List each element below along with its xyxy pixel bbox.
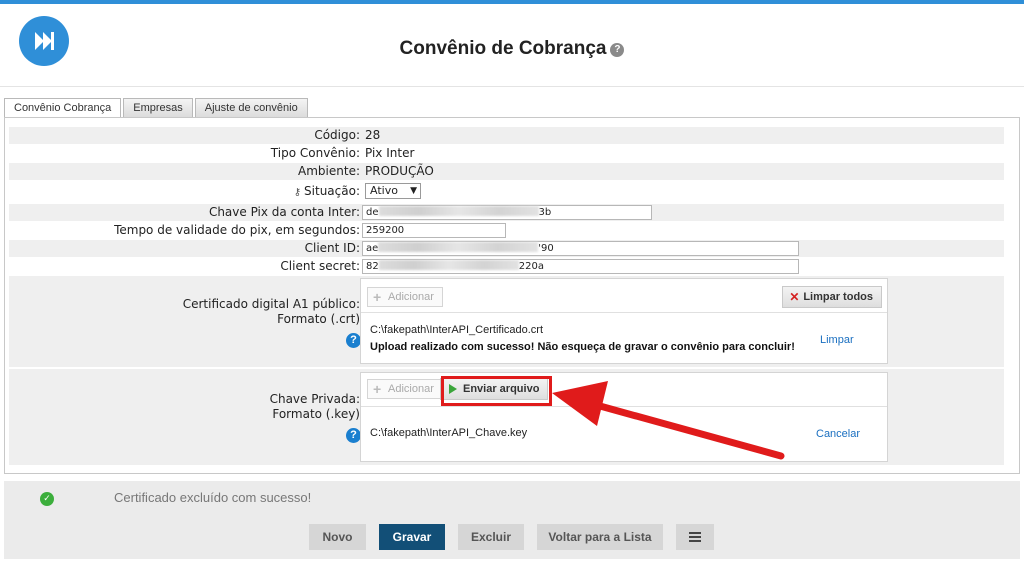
chevron-down-icon: ▼ — [410, 186, 417, 196]
codigo-label: Código: — [314, 128, 360, 142]
row-tempo-validade: Tempo de validade do pix, em segundos: 2… — [9, 222, 1004, 239]
chave-privada-toolbar: + Adicionar Enviar arquivo — [361, 373, 887, 407]
redacted-text — [378, 260, 519, 270]
top-accent-bar — [0, 0, 1024, 4]
ambiente-value: PRODUÇÃO — [365, 164, 434, 178]
tab-convenio-cobranca[interactable]: Convênio Cobrança — [4, 98, 122, 118]
row-codigo: Código: 28 — [9, 127, 1004, 144]
client-id-input[interactable]: ae '90 — [362, 241, 799, 256]
row-chave-pix: Chave Pix da conta Inter: de 3b — [9, 204, 1004, 221]
situacao-select[interactable]: Ativo ▼ — [365, 183, 421, 199]
clear-all-button[interactable]: ✕ Limpar todos — [782, 286, 882, 308]
row-client-secret: Client secret: 82 220a — [9, 258, 1004, 275]
tab-bar: Convênio Cobrança Empresas Ajuste de con… — [4, 98, 310, 118]
add-chave-button[interactable]: + Adicionar — [367, 379, 443, 399]
tempo-validade-input[interactable]: 259200 — [362, 223, 506, 238]
redacted-text — [378, 206, 539, 216]
client-secret-label: Client secret: — [280, 259, 360, 273]
help-icon[interactable]: ? — [610, 43, 625, 57]
upload-success-message: Upload realizado com sucesso! Não esqueç… — [370, 341, 795, 353]
plus-icon: + — [373, 289, 382, 305]
row-client-id: Client ID: ae '90 — [9, 240, 1004, 257]
tab-empresas[interactable]: Empresas — [123, 98, 193, 117]
tipo-convenio-label: Tipo Convênio: — [270, 146, 360, 160]
page-title: Convênio de Cobrança? — [0, 38, 1024, 60]
tempo-validade-label: Tempo de validade do pix, em segundos: — [114, 223, 360, 237]
list-icon — [689, 532, 701, 542]
key-icon: ⚷ — [293, 187, 302, 198]
chave-pix-label: Chave Pix da conta Inter: — [208, 205, 360, 219]
chave-privada-label: Chave Privada: Formato (.key) — [269, 392, 360, 421]
gravar-button[interactable]: Gravar — [379, 524, 445, 550]
check-icon: ✓ — [40, 492, 54, 506]
list-view-button[interactable] — [676, 524, 714, 550]
close-icon: ✕ — [789, 290, 800, 304]
annotation-highlight-box — [441, 376, 552, 406]
plus-icon: + — [373, 381, 382, 397]
status-message: Certificado excluído com sucesso! — [114, 490, 312, 505]
chave-privada-uploader: + Adicionar Enviar arquivo C:\fakepath\In… — [360, 372, 888, 462]
certificado-label: Certificado digital A1 público: Formato … — [182, 297, 360, 326]
footer-bar: ✓ Certificado excluído com sucesso! Novo… — [4, 481, 1020, 559]
certificado-toolbar: + Adicionar ✕ Limpar todos — [361, 279, 887, 313]
help-icon[interactable]: ? — [346, 333, 361, 348]
novo-button[interactable]: Novo — [309, 524, 366, 550]
row-ambiente: Ambiente: PRODUÇÃO — [9, 163, 1004, 180]
codigo-value: 28 — [365, 128, 381, 142]
help-icon[interactable]: ? — [346, 428, 361, 443]
certificado-file-path: C:\fakepath\InterAPI_Certificado.crt — [370, 324, 544, 336]
redacted-text — [378, 242, 539, 252]
limpar-link[interactable]: Limpar — [820, 334, 854, 346]
row-tipo-convenio: Tipo Convênio: Pix Inter — [9, 145, 1004, 162]
client-secret-input[interactable]: 82 220a — [362, 259, 799, 274]
header-divider — [0, 86, 1024, 87]
certificado-uploader: + Adicionar ✕ Limpar todos C:\fakepath\Int… — [360, 278, 888, 364]
tab-ajuste-convenio[interactable]: Ajuste de convênio — [194, 98, 308, 117]
chave-pix-input[interactable]: de 3b — [362, 205, 652, 220]
row-situacao: ⚷ Situação: Ativo ▼ — [9, 183, 1004, 200]
excluir-button[interactable]: Excluir — [458, 524, 524, 550]
add-certificado-button[interactable]: + Adicionar — [367, 287, 443, 307]
tipo-convenio-value: Pix Inter — [365, 146, 415, 160]
ambiente-label: Ambiente: — [298, 164, 360, 178]
situacao-label: ⚷ Situação: — [293, 184, 360, 198]
chave-file-path: C:\fakepath\InterAPI_Chave.key — [370, 427, 528, 439]
cancelar-link[interactable]: Cancelar — [816, 428, 860, 440]
certificado-section: Certificado digital A1 público: Formato … — [9, 276, 1004, 367]
client-id-label: Client ID: — [304, 241, 360, 255]
voltar-lista-button[interactable]: Voltar para a Lista — [537, 524, 663, 550]
